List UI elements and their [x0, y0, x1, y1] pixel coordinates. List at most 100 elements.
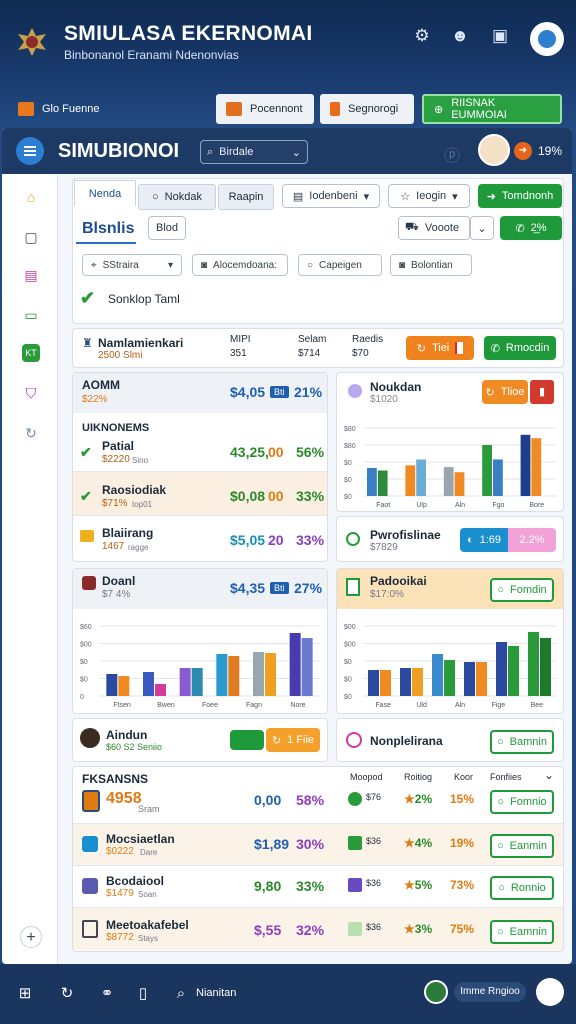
tomdnonh-button[interactable]: ➜ Tomdnonh	[478, 184, 562, 208]
user-avatar[interactable]	[424, 980, 448, 1004]
doc-icon	[82, 878, 98, 894]
bar	[368, 670, 379, 696]
tiei-button[interactable]: ↻ Tiei	[406, 336, 474, 360]
app-window: SIMUBIONOI ⌕ Birdale ⌄ ⓟ ➜ 19% ⌂ ▢ ▤ ▭ K…	[2, 128, 572, 964]
person2-name: Nonplelirana	[370, 734, 443, 748]
avatar[interactable]	[530, 22, 564, 56]
y-tick-label: $00	[80, 642, 92, 649]
bar	[416, 459, 426, 496]
percent-button-label: 2̲%	[530, 222, 547, 234]
filter-capeigen[interactable]: ○ Capeigen	[298, 254, 382, 276]
user-notify-icon[interactable]: ☻	[448, 24, 472, 48]
tab-nokdak[interactable]: ○ Nokdak	[138, 184, 216, 210]
pin-icon[interactable]: ⓟ	[444, 142, 460, 166]
bar	[301, 638, 313, 696]
filter-sstraira[interactable]: ⌖ SStraira ▾	[82, 254, 182, 276]
y-tick-label: $00	[344, 624, 356, 631]
x-tick-label: Bore	[529, 502, 544, 509]
status-pill[interactable]: Imme Rngioo	[454, 982, 526, 1002]
row-action-button[interactable]: ○ Fomnio	[490, 790, 554, 814]
bamnin-button[interactable]: ○ Bamnin	[490, 730, 554, 754]
bar	[464, 662, 475, 696]
phone-icon[interactable]: ▯	[132, 983, 154, 1005]
y-tick-label: $80	[344, 443, 356, 450]
chevron-down-icon[interactable]: ⌄	[544, 768, 554, 782]
rmocdin-button[interactable]: ✆ Rmocdin	[484, 336, 556, 360]
square-icon[interactable]: ▢	[20, 226, 42, 248]
star-icon: ★	[404, 792, 415, 806]
dropdown-iodenbeni[interactable]: ▤ Iodenbeni ▾	[282, 184, 380, 208]
toggle-right[interactable]: 2.2%	[508, 528, 556, 552]
camera-icon[interactable]: ▣	[488, 24, 512, 48]
toggle-left[interactable]: ◐ 1:69	[460, 528, 508, 552]
row-m3: 19%	[450, 836, 475, 850]
refresh-icon[interactable]: ↻	[20, 422, 42, 444]
dropdown1-label: Iodenbeni	[309, 190, 358, 202]
nav-item-right-button[interactable]: ⊕ RIISNAK EUMMOIAI	[422, 94, 562, 124]
toggle-left-label: 1:69	[479, 534, 502, 546]
dropdown-ieogin[interactable]: ☆ Ieogin ▾	[388, 184, 470, 208]
start-icon[interactable]: ⊞	[14, 983, 36, 1005]
row-action-button[interactable]: ○ Eanmin	[490, 834, 554, 858]
status-icon	[348, 792, 362, 806]
summary-name: Namlamienkari	[98, 336, 184, 350]
file-button[interactable]: ↻ 1 Fiie	[266, 728, 320, 752]
nav-mid2-label: Segnorogi	[348, 103, 399, 115]
arrow-right-icon[interactable]: ➜	[514, 142, 532, 160]
star-icon: ★	[404, 922, 415, 936]
row-m1: $36	[366, 922, 382, 932]
search-icon[interactable]: ⌕	[170, 983, 192, 1005]
filter-bolontian[interactable]: ◙ Bolontian	[390, 254, 472, 276]
row-action-label: Eamnin	[509, 926, 547, 938]
shield-icon[interactable]: ⛉	[20, 382, 42, 404]
gift-icon[interactable]: ▤	[20, 264, 42, 286]
menu-icon[interactable]	[16, 137, 44, 165]
bar	[289, 633, 301, 696]
bold-button[interactable]: Blod	[148, 216, 186, 240]
search-select[interactable]: ⌕ Birdale ⌄	[200, 140, 308, 164]
row-m2-val: 5%	[414, 878, 433, 892]
link-icon[interactable]: ⚭	[96, 983, 118, 1005]
tab-nenda[interactable]: Nenda	[74, 180, 136, 206]
nav-item-pocennont[interactable]: Pocennont	[216, 94, 314, 124]
bar-chart-2: $60$00$0$00Ftsen Bwen Foee Fagn Nore	[80, 624, 320, 709]
bookmark-icon[interactable]: ▮	[530, 380, 554, 404]
home-icon[interactable]: ⌂	[20, 186, 42, 208]
percent-button[interactable]: ✆ 2̲%	[500, 216, 562, 240]
section-title: Blsnlis	[82, 220, 135, 237]
refresh-icon[interactable]: ↻	[56, 983, 78, 1005]
doc-icon: ▤	[292, 190, 304, 203]
file-button-label: 1 Fiie	[287, 734, 315, 746]
nav-item-left[interactable]: Glo Fuenne	[8, 94, 118, 124]
tab-raapin[interactable]: Raapin	[218, 184, 274, 210]
row-pct: 33%	[296, 878, 325, 894]
account-icon[interactable]	[536, 978, 564, 1006]
row-m1: $36	[366, 836, 382, 846]
col-header: Fonfiies	[490, 772, 522, 782]
nav-item-segnorogi[interactable]: Segnorogi	[320, 94, 414, 124]
voode-dropdown[interactable]: ⌄	[470, 216, 494, 240]
circle-icon: ○	[497, 840, 504, 852]
left-card-name: AOMM	[82, 378, 120, 392]
row-action-button[interactable]: ○ Ronnio	[490, 876, 554, 900]
caret-icon: ▾	[363, 190, 370, 203]
green-toggle[interactable]	[230, 730, 264, 750]
box-icon	[82, 576, 96, 590]
filter-alocemdoana[interactable]: ◙ Alocemdoana:	[192, 254, 288, 276]
bar	[143, 672, 154, 696]
check-icon[interactable]: ✔	[80, 288, 95, 309]
fomdin-button[interactable]: ○ Fomdin	[490, 578, 554, 602]
gear-icon[interactable]: ⚙	[410, 24, 434, 48]
tlioe-button[interactable]: ↻ Tlioe	[482, 380, 528, 404]
row-tag: ragge	[128, 543, 149, 552]
person-icon: ♜	[82, 336, 93, 350]
user-avatar[interactable]	[478, 134, 510, 166]
right-mid-name: Pwrofislinae	[370, 528, 441, 542]
wallet-icon[interactable]: ▭	[20, 304, 42, 326]
chart-icon[interactable]: KT	[22, 344, 40, 362]
row-action-button[interactable]: ○ Eamnin	[490, 920, 554, 944]
left-card-badge: Bti	[270, 386, 289, 398]
voode-button[interactable]: ⛟ Vooote	[398, 216, 470, 240]
add-icon[interactable]: +	[20, 926, 42, 948]
left-chart-badge: Bti	[270, 582, 289, 594]
